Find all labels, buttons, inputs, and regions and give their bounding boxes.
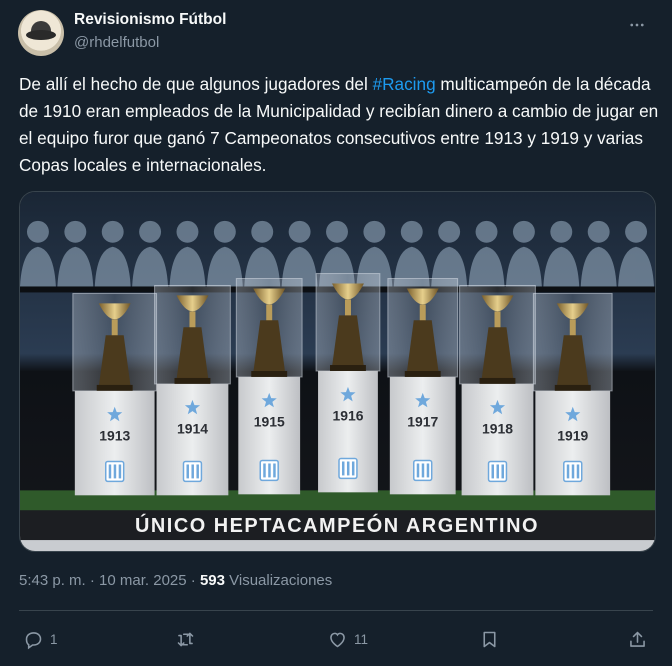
reply-count: 1 bbox=[50, 631, 58, 647]
heart-icon bbox=[330, 632, 345, 647]
trophy-year: 1913 bbox=[99, 428, 130, 444]
tweet-text: De allí el hecho de que algunos jugadore… bbox=[19, 71, 659, 179]
trophy-year: 1915 bbox=[254, 414, 285, 430]
views-label: Visualizaciones bbox=[224, 572, 333, 589]
action-bar: 1 11 bbox=[19, 622, 653, 656]
trophy-showcase: 1913 bbox=[72, 292, 158, 496]
tweet-photo[interactable]: 1913 1914 1915 1916 1917 1918 1919 ÚNICO HEPTA… bbox=[19, 191, 656, 552]
trophy-year: 1917 bbox=[407, 414, 438, 430]
more-icon bbox=[630, 23, 644, 27]
like-count: 11 bbox=[354, 631, 369, 647]
trophy-showcase: 1915 bbox=[235, 278, 303, 495]
divider bbox=[19, 610, 653, 611]
trophy-showcase: 1918 bbox=[459, 284, 536, 496]
trophy-showcase: 1916 bbox=[315, 273, 381, 493]
retweet-button[interactable] bbox=[175, 622, 202, 656]
author-name[interactable]: Revisionismo Fútbol bbox=[74, 11, 226, 29]
bookmark-icon bbox=[483, 631, 496, 647]
timestamp[interactable]: 5:43 p. m. · 10 mar. 2025 · bbox=[19, 572, 200, 589]
more-options-button[interactable] bbox=[620, 8, 654, 42]
trophy-showcase: 1914 bbox=[154, 284, 231, 496]
share-button[interactable] bbox=[627, 622, 648, 656]
trophy-year: 1914 bbox=[177, 421, 208, 437]
views-count: 593 bbox=[199, 572, 225, 589]
like-button[interactable]: 11 bbox=[327, 622, 368, 656]
trophy-year: 1918 bbox=[482, 421, 513, 437]
banner-text: ÚNICO HEPTACAMPEÓN ARGENTINO bbox=[135, 513, 539, 537]
reply-icon bbox=[25, 631, 42, 649]
trophy-showcase: 1917 bbox=[387, 278, 459, 495]
share-icon bbox=[630, 631, 645, 647]
retweet-icon bbox=[177, 632, 194, 646]
avatar[interactable] bbox=[18, 10, 64, 56]
hashtag-link[interactable]: #Racing bbox=[373, 74, 436, 94]
author-handle[interactable]: @rhdelfutbol bbox=[74, 34, 159, 51]
tweet-meta: 5:43 p. m. · 10 mar. 2025 · 593 Visualiz… bbox=[19, 572, 332, 589]
reply-button[interactable]: 1 bbox=[23, 622, 58, 656]
trophy-year: 1919 bbox=[557, 428, 588, 444]
tweet-header: Revisionismo Fútbol @rhdelfutbol bbox=[18, 8, 654, 58]
trophy-showcase: 1919 bbox=[532, 292, 613, 496]
bookmark-button[interactable] bbox=[479, 622, 500, 656]
tweet-text-before: De allí el hecho de que algunos jugadore… bbox=[19, 74, 373, 94]
trophy-year: 1916 bbox=[332, 408, 363, 424]
